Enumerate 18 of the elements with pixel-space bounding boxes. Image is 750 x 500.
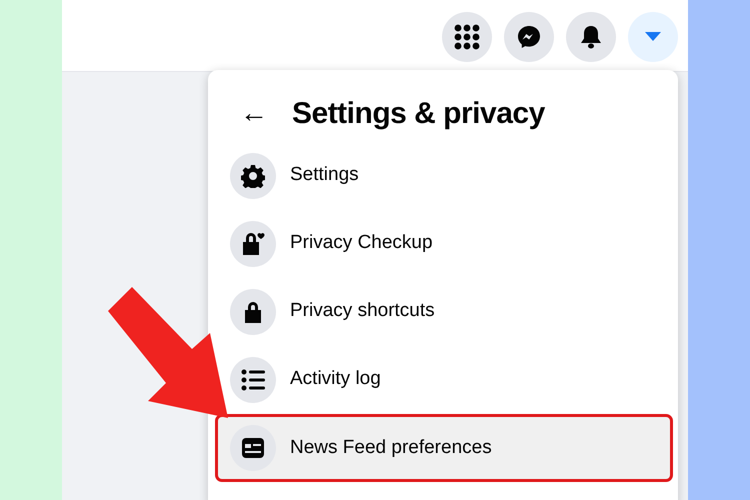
menu-item[interactable]: Privacy shortcuts [230,288,670,335]
menu-title: Settings & privacy [292,96,545,132]
menu-item[interactable]: News Feed preferences [218,417,670,479]
list-icon [241,368,265,390]
feed-card-icon [241,437,265,459]
gear-icon [241,164,265,188]
back-button[interactable]: ← [236,99,272,127]
app-grid-icon [454,24,480,50]
toolbar-button[interactable] [566,12,616,62]
toolbar-button[interactable] [504,12,554,62]
bell-icon [580,24,602,48]
menu-item[interactable]: Privacy Checkup [230,220,670,267]
caret-down-icon [644,31,662,42]
menu-item[interactable]: Activity log [230,356,670,403]
padlock-icon [243,300,263,324]
menu-item[interactable]: Settings [230,152,670,199]
messenger-icon [517,24,541,48]
toolbar-button[interactable] [442,12,492,62]
